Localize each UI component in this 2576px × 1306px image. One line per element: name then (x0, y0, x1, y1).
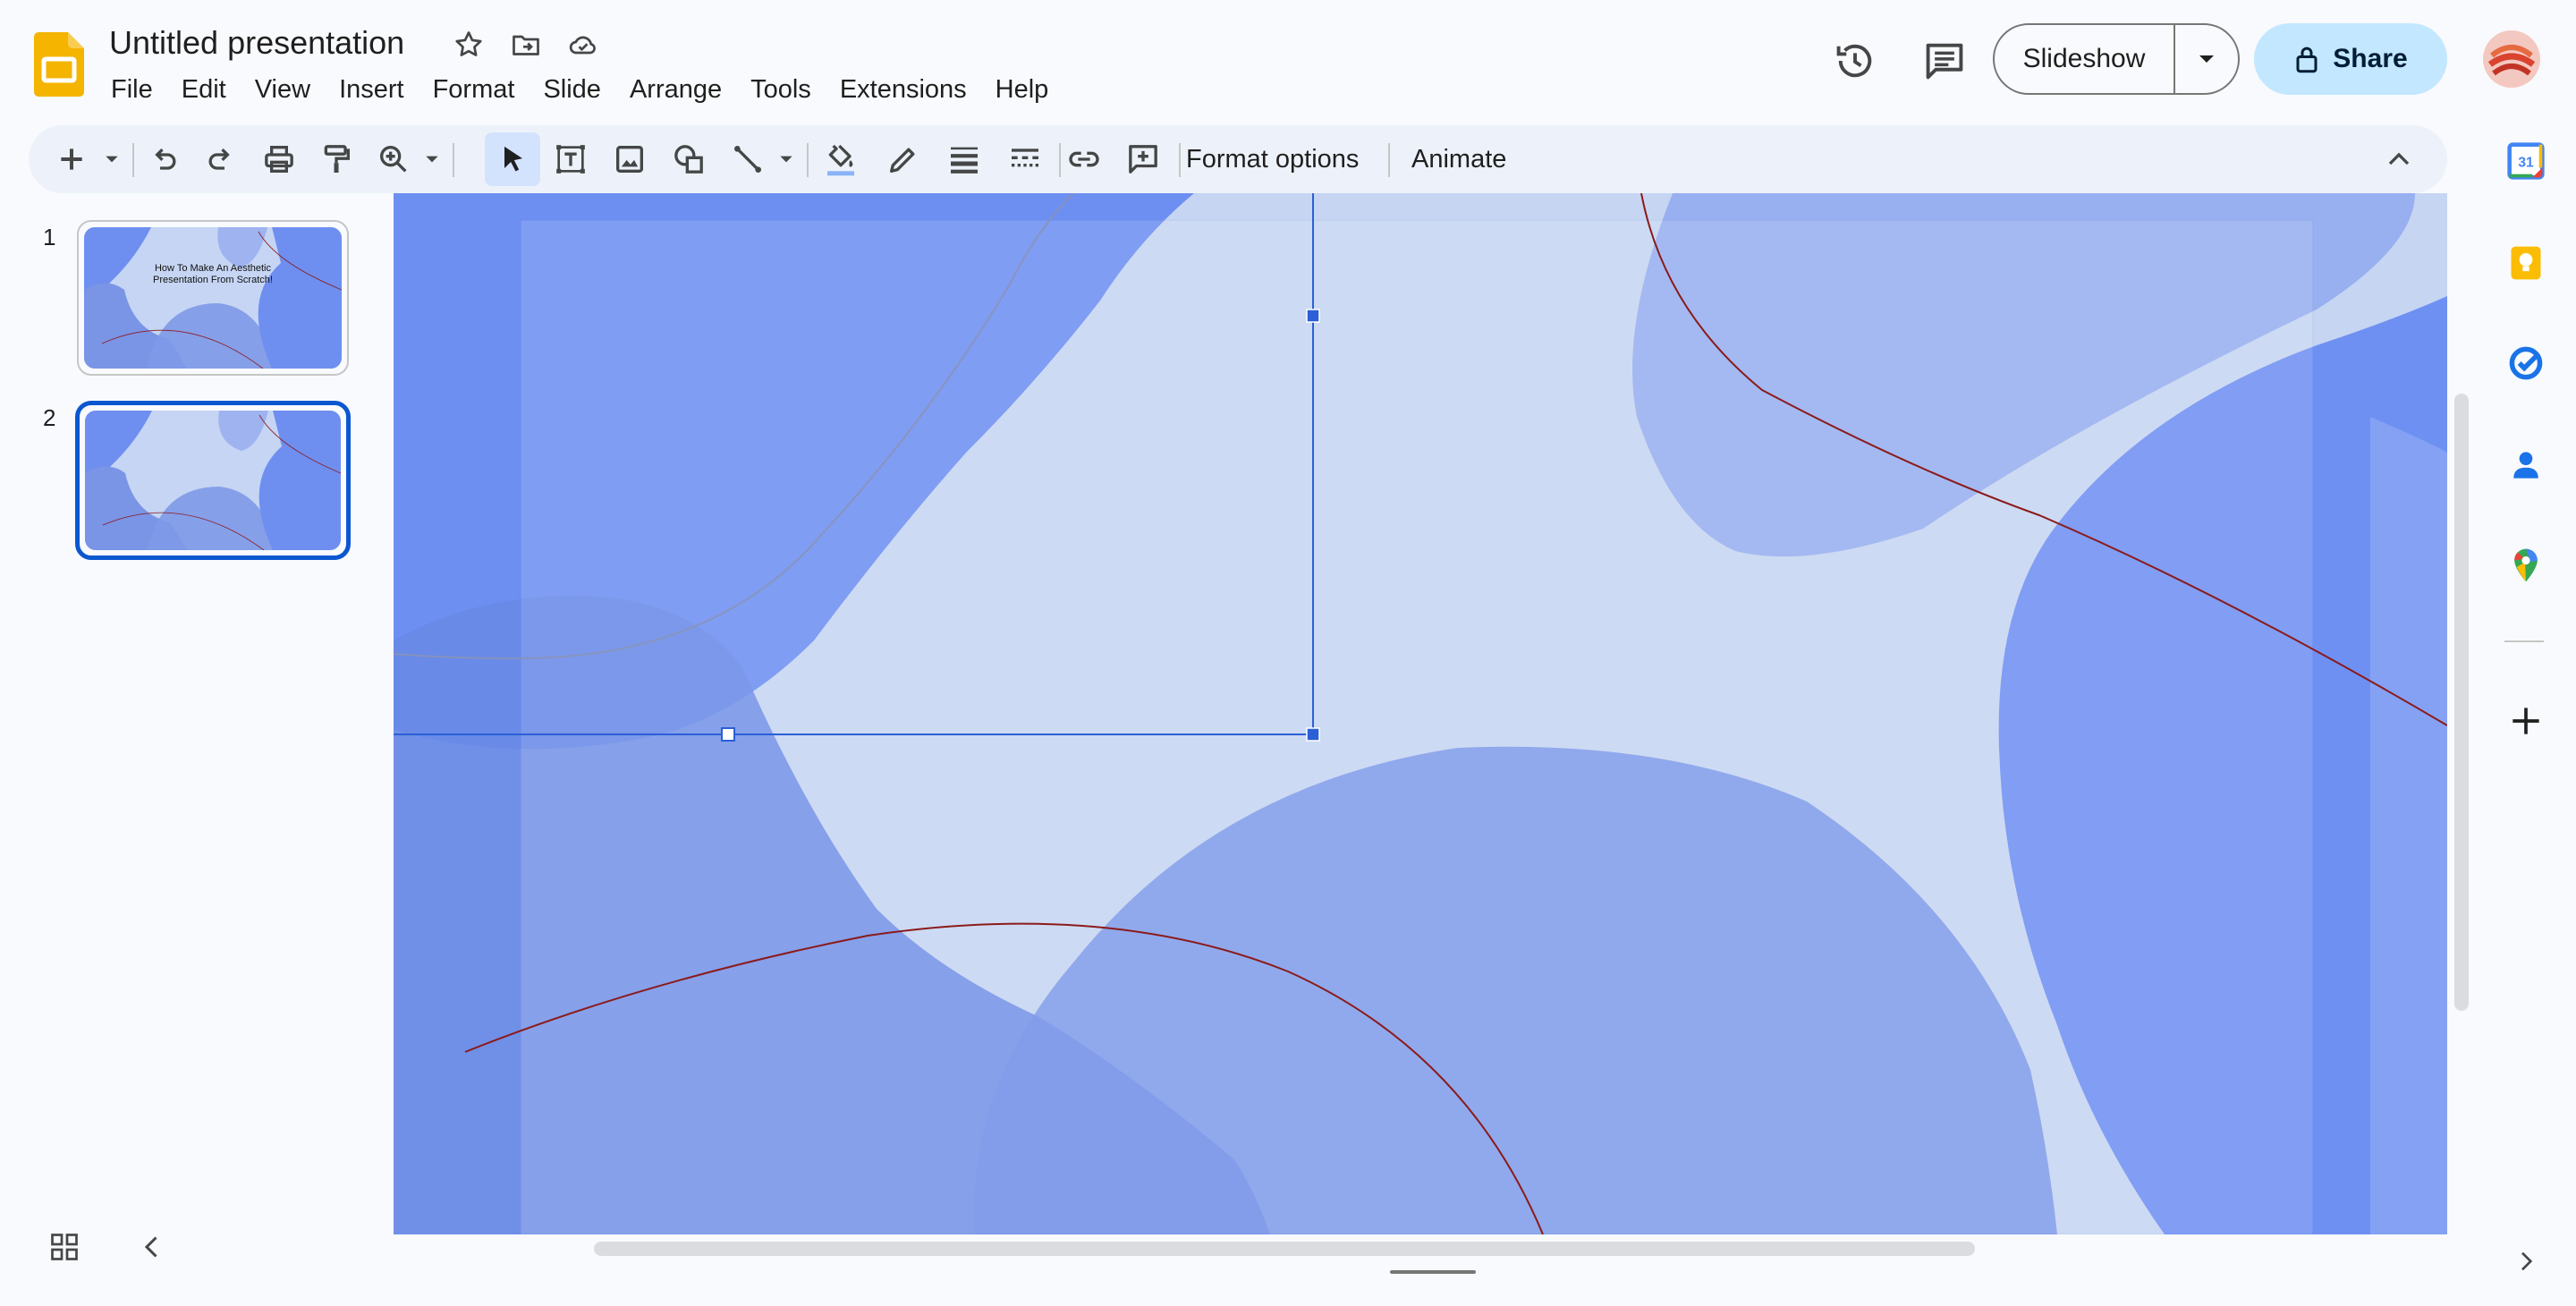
show-side-panel-icon[interactable] (2512, 1243, 2540, 1279)
add-icon[interactable] (2506, 701, 2546, 741)
calendar-icon[interactable]: 31 (2506, 141, 2546, 181)
keep-icon[interactable] (2506, 243, 2546, 283)
slide-number-1: 1 (43, 224, 56, 250)
menu-tools[interactable]: Tools (736, 70, 826, 109)
horizontal-scrollbar[interactable] (594, 1242, 1975, 1256)
grid-view-icon[interactable] (48, 1231, 80, 1263)
slide-1-title: How To Make An Aesthetic Presentation Fr… (84, 263, 342, 286)
document-title[interactable]: Untitled presentation (109, 23, 404, 63)
resize-handle-bottom-right[interactable] (1306, 727, 1320, 742)
toolbar-divider (1059, 143, 1061, 177)
fill-color-icon[interactable] (823, 141, 859, 177)
menu-edit[interactable]: Edit (167, 70, 241, 109)
new-slide-layout-dropdown-icon[interactable] (102, 141, 122, 177)
right-edge-shade (2370, 417, 2447, 1234)
zoom-dropdown-icon[interactable] (422, 141, 442, 177)
menu-slide[interactable]: Slide (529, 70, 615, 109)
toolbar: Format options Animate (29, 125, 2447, 193)
avatar[interactable] (2483, 30, 2540, 88)
border-color-icon[interactable] (886, 141, 921, 177)
toolbar-divider (1388, 143, 1390, 177)
toolbar-divider (1179, 143, 1181, 177)
line-dropdown-icon[interactable] (776, 141, 796, 177)
slide-thumbnail-1[interactable]: How To Make An Aesthetic Presentation Fr… (77, 220, 349, 376)
share-button[interactable]: Share (2254, 23, 2447, 95)
slide-1-title-line-2: Presentation From Scratch! (153, 275, 273, 285)
line-icon[interactable] (730, 141, 766, 177)
lock-icon (2296, 47, 2318, 73)
tasks-icon[interactable] (2506, 343, 2546, 383)
menu-format[interactable]: Format (419, 70, 530, 109)
menu-extensions[interactable]: Extensions (826, 70, 981, 109)
text-box-icon[interactable] (553, 141, 589, 177)
star-icon[interactable] (453, 29, 485, 61)
menu-arrange[interactable]: Arrange (615, 70, 736, 109)
slideshow-label[interactable]: Slideshow (1995, 44, 2174, 74)
contacts-icon[interactable] (2506, 445, 2546, 485)
slideshow-button[interactable]: Slideshow (1993, 23, 2240, 95)
menu-help[interactable]: Help (981, 70, 1063, 109)
maps-icon[interactable] (2506, 546, 2546, 585)
redo-icon[interactable] (202, 141, 238, 177)
menu-view[interactable]: View (241, 70, 325, 109)
slide-thumbnail-2[interactable] (75, 401, 351, 560)
shape-icon[interactable] (671, 141, 707, 177)
print-icon[interactable] (261, 141, 297, 177)
slide-thumbnail-preview: How To Make An Aesthetic Presentation Fr… (84, 227, 342, 369)
format-options-button[interactable]: Format options (1186, 141, 1359, 177)
animate-button[interactable]: Animate (1411, 141, 1506, 177)
menu-bar: File Edit View Insert Format Slide Arran… (97, 70, 1063, 109)
side-panel-divider (2504, 640, 2544, 642)
share-label: Share (2333, 44, 2408, 73)
paint-format-icon[interactable] (318, 141, 354, 177)
add-comment-icon[interactable] (1125, 141, 1161, 177)
comments-icon[interactable] (1921, 38, 1968, 84)
slide-1-title-line-1: How To Make An Aesthetic (154, 263, 272, 274)
undo-icon[interactable] (147, 141, 182, 177)
slides-logo-icon[interactable] (34, 32, 84, 97)
cloud-saved-icon[interactable] (567, 29, 599, 61)
speaker-notes-drag-handle[interactable] (1390, 1270, 1476, 1274)
slide-thumbnail-preview (85, 411, 341, 550)
menu-insert[interactable]: Insert (325, 70, 419, 109)
toolbar-divider (132, 143, 134, 177)
select-icon[interactable] (496, 141, 531, 177)
vertical-scrollbar[interactable] (2454, 394, 2469, 1011)
zoom-icon[interactable] (376, 141, 411, 177)
slideshow-options-icon[interactable] (2175, 54, 2238, 64)
menu-file[interactable]: File (97, 70, 167, 109)
resize-handle-bottom[interactable] (721, 727, 735, 742)
version-history-icon[interactable] (1832, 38, 1878, 84)
link-icon[interactable] (1066, 141, 1102, 177)
move-to-folder-icon[interactable] (510, 29, 542, 61)
collapse-toolbar-icon[interactable] (2381, 141, 2417, 177)
calendar-day-text: 31 (2518, 155, 2534, 170)
image-icon[interactable] (612, 141, 648, 177)
collapse-filmstrip-icon[interactable] (136, 1229, 168, 1265)
border-dash-icon[interactable] (1007, 141, 1043, 177)
resize-handle-right[interactable] (1306, 309, 1320, 323)
slide-canvas[interactable] (394, 193, 2447, 1234)
slide-inner-frame (520, 219, 2314, 1234)
toolbar-divider (807, 143, 809, 177)
new-slide-icon[interactable] (54, 141, 89, 177)
border-weight-icon[interactable] (946, 141, 982, 177)
toolbar-divider (453, 143, 454, 177)
slide-number-2: 2 (43, 404, 56, 431)
